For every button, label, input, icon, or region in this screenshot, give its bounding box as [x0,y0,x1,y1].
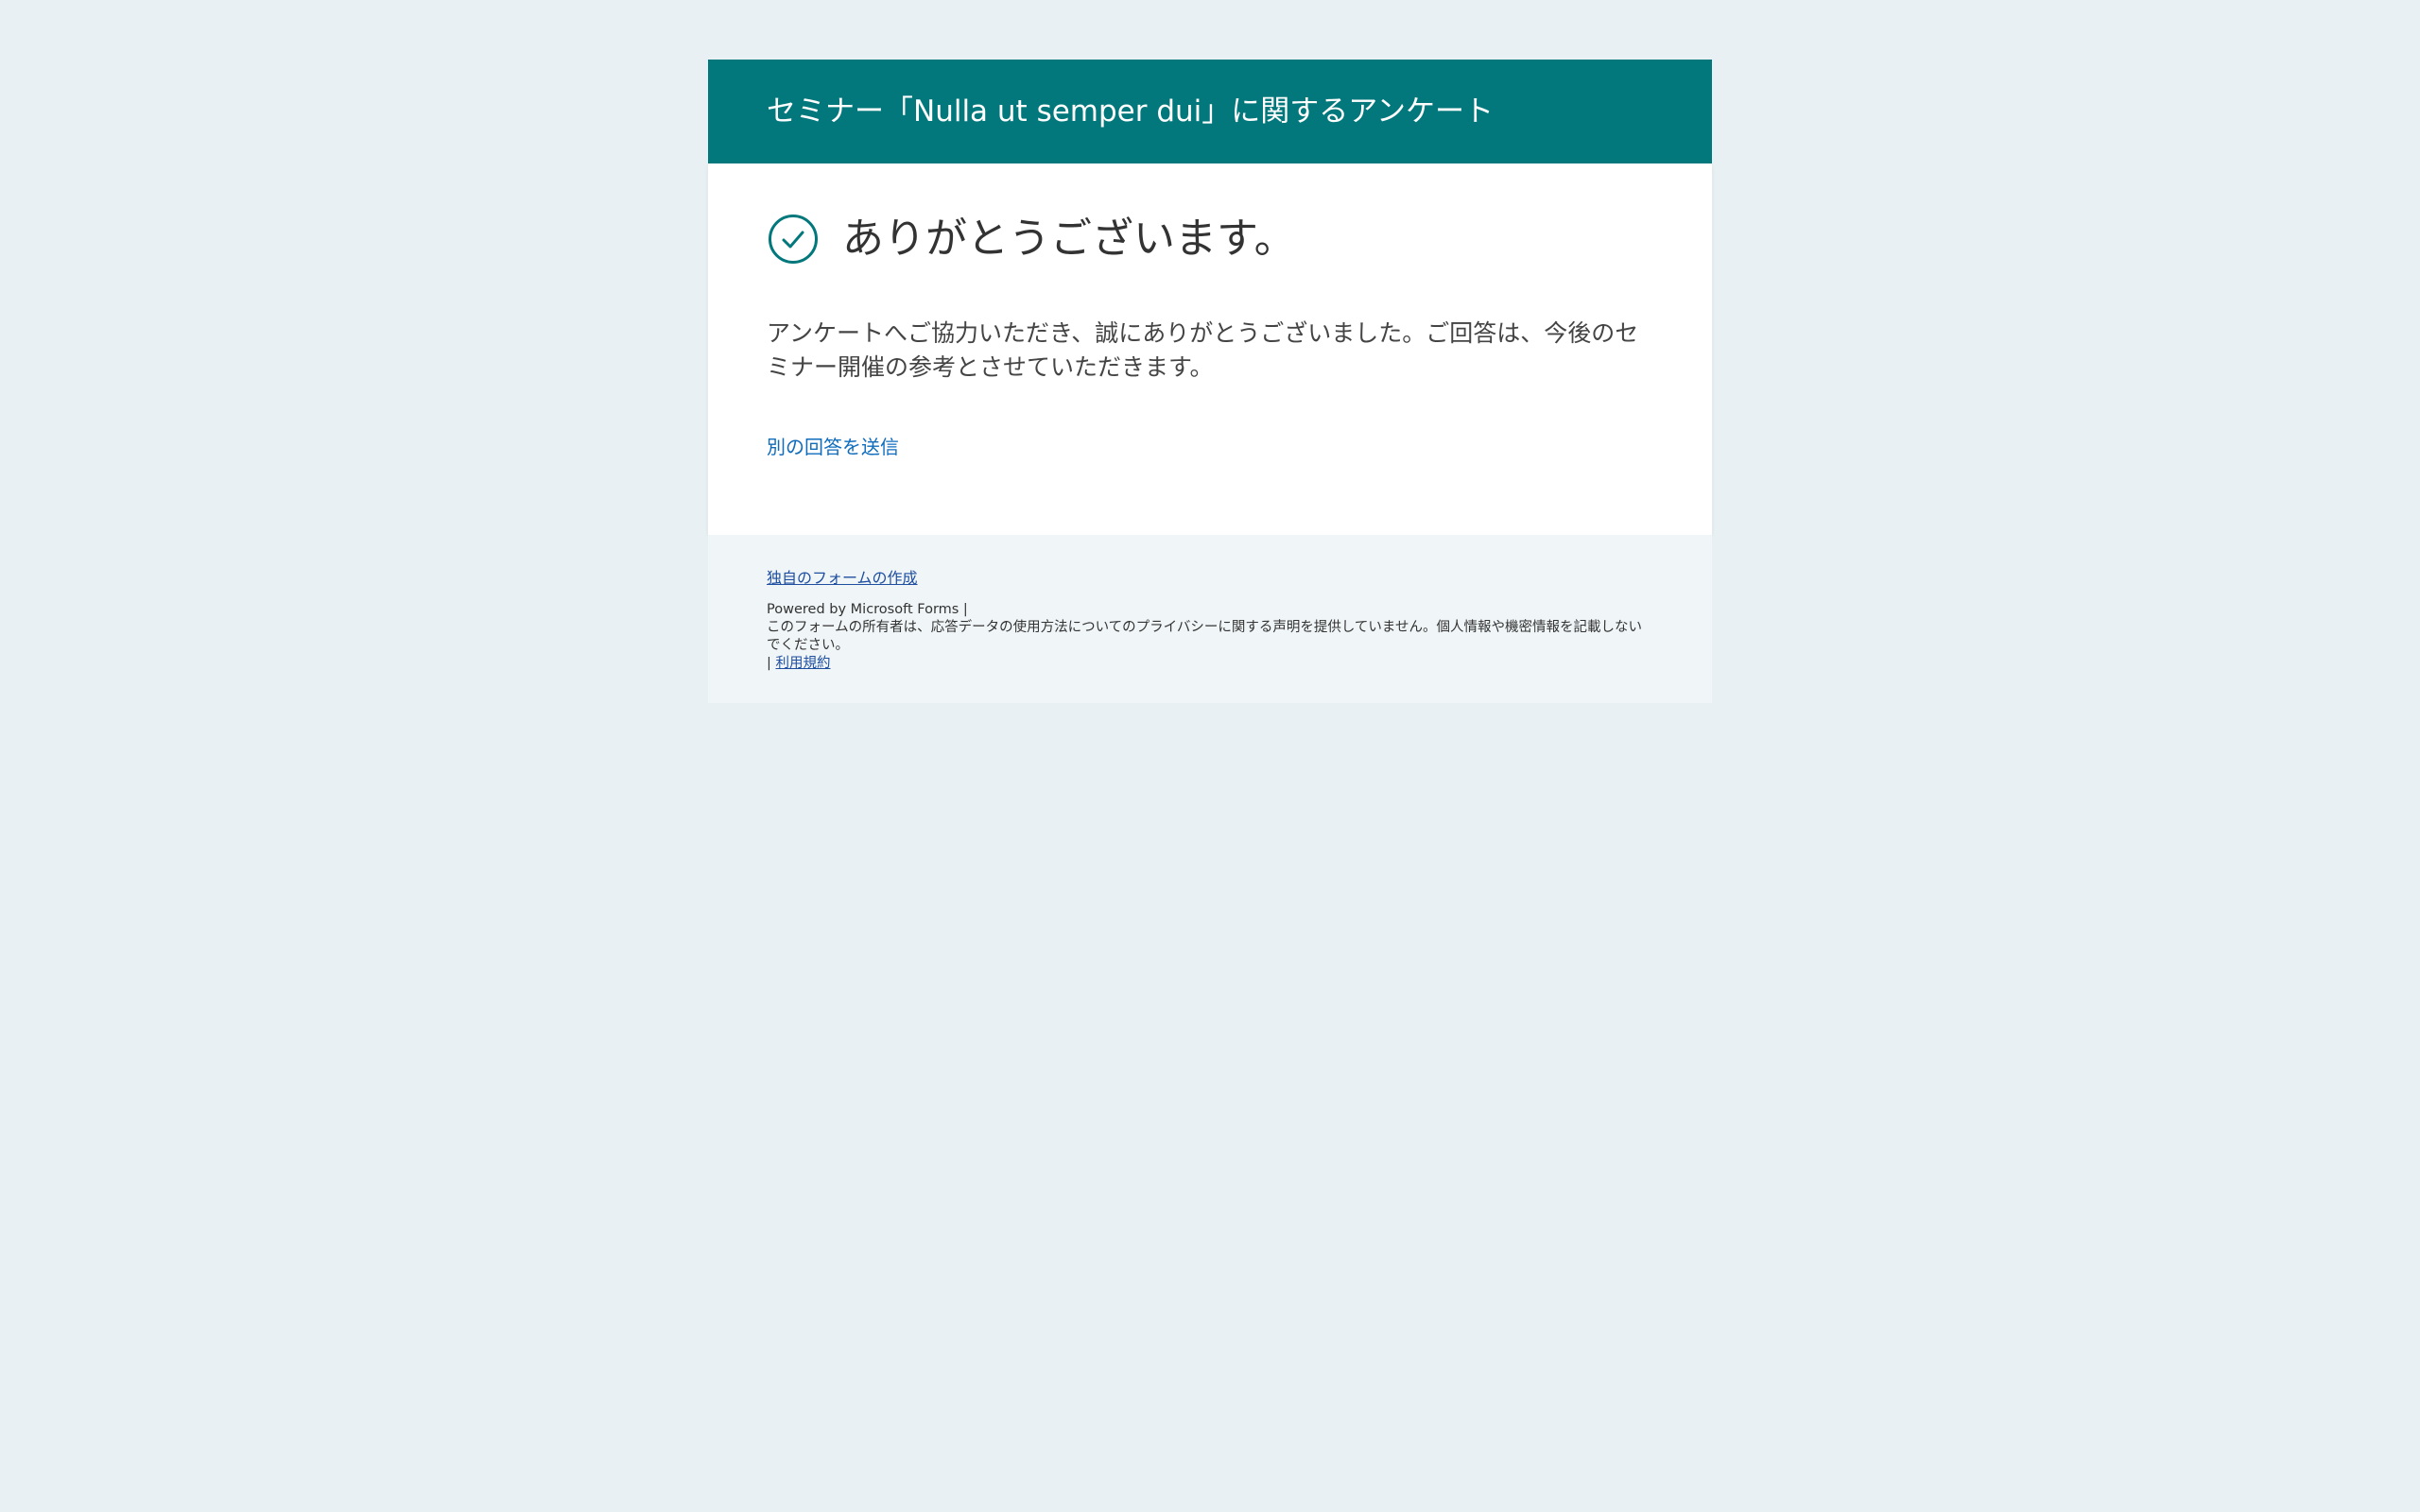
check-circle-icon [767,213,820,266]
privacy-notice: このフォームの所有者は、応答データの使用方法についてのプライバシーに関する声明を… [767,620,1642,653]
form-footer: 独自のフォームの作成 Powered by Microsoft Forms | … [708,535,1712,703]
separator: | [767,656,771,671]
confirmation-message: アンケートへご協力いただき、誠にありがとうございました。ご回答は、今後のセミナー… [767,319,1639,381]
confirmation-heading: ありがとうございます。 [842,215,1296,263]
form-card: セミナー「Nulla ut semper dui」に関するアンケート ありがとう… [708,60,1712,703]
confirmation-panel: ありがとうございます。 アンケートへご協力いただき、誠にありがとうございました。… [708,163,1712,535]
submit-another-response-link[interactable]: 別の回答を送信 [767,432,899,459]
terms-of-use-link[interactable]: 利用規約 [776,656,831,671]
form-title: セミナー「Nulla ut semper dui」に関するアンケート [767,94,1495,129]
create-own-form-link[interactable]: 独自のフォームの作成 [767,565,918,588]
form-header: セミナー「Nulla ut semper dui」に関するアンケート [708,60,1712,163]
page: セミナー「Nulla ut semper dui」に関するアンケート ありがとう… [0,0,2420,1512]
footer-notice: Powered by Microsoft Forms | このフォームの所有者は… [767,601,1655,673]
terms-line: | 利用規約 [767,655,1655,673]
confirmation-heading-row: ありがとうございます。 [767,213,1296,266]
powered-by-text: Powered by Microsoft Forms | [767,602,968,617]
